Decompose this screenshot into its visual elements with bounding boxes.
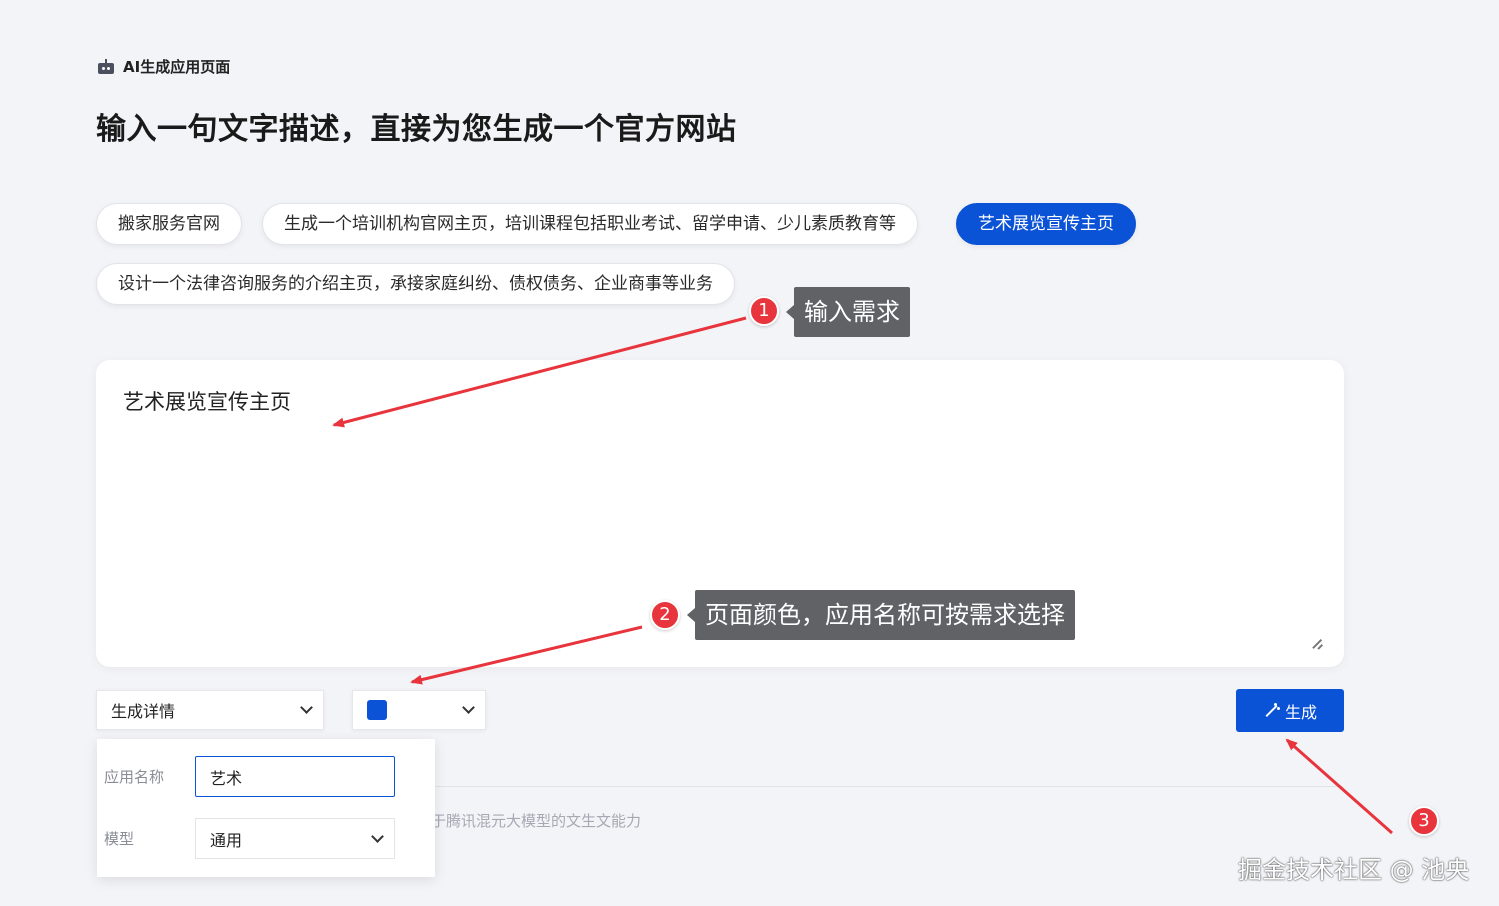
step3-badge: 3 [1409, 806, 1439, 836]
step1-tooltip: 输入需求 [786, 287, 910, 337]
step1-badge: 1 [749, 296, 779, 326]
step2-badge: 2 [650, 600, 680, 630]
annotation-arrows [332, 316, 1393, 835]
arrow-step2 [410, 625, 643, 685]
step2-tooltip: 页面颜色，应用名称可按需求选择 [687, 590, 1075, 640]
watermark: 掘金技术社区 @ 池央 [1238, 856, 1470, 884]
arrow-step3 [1285, 738, 1393, 835]
arrow-step1 [332, 316, 747, 428]
